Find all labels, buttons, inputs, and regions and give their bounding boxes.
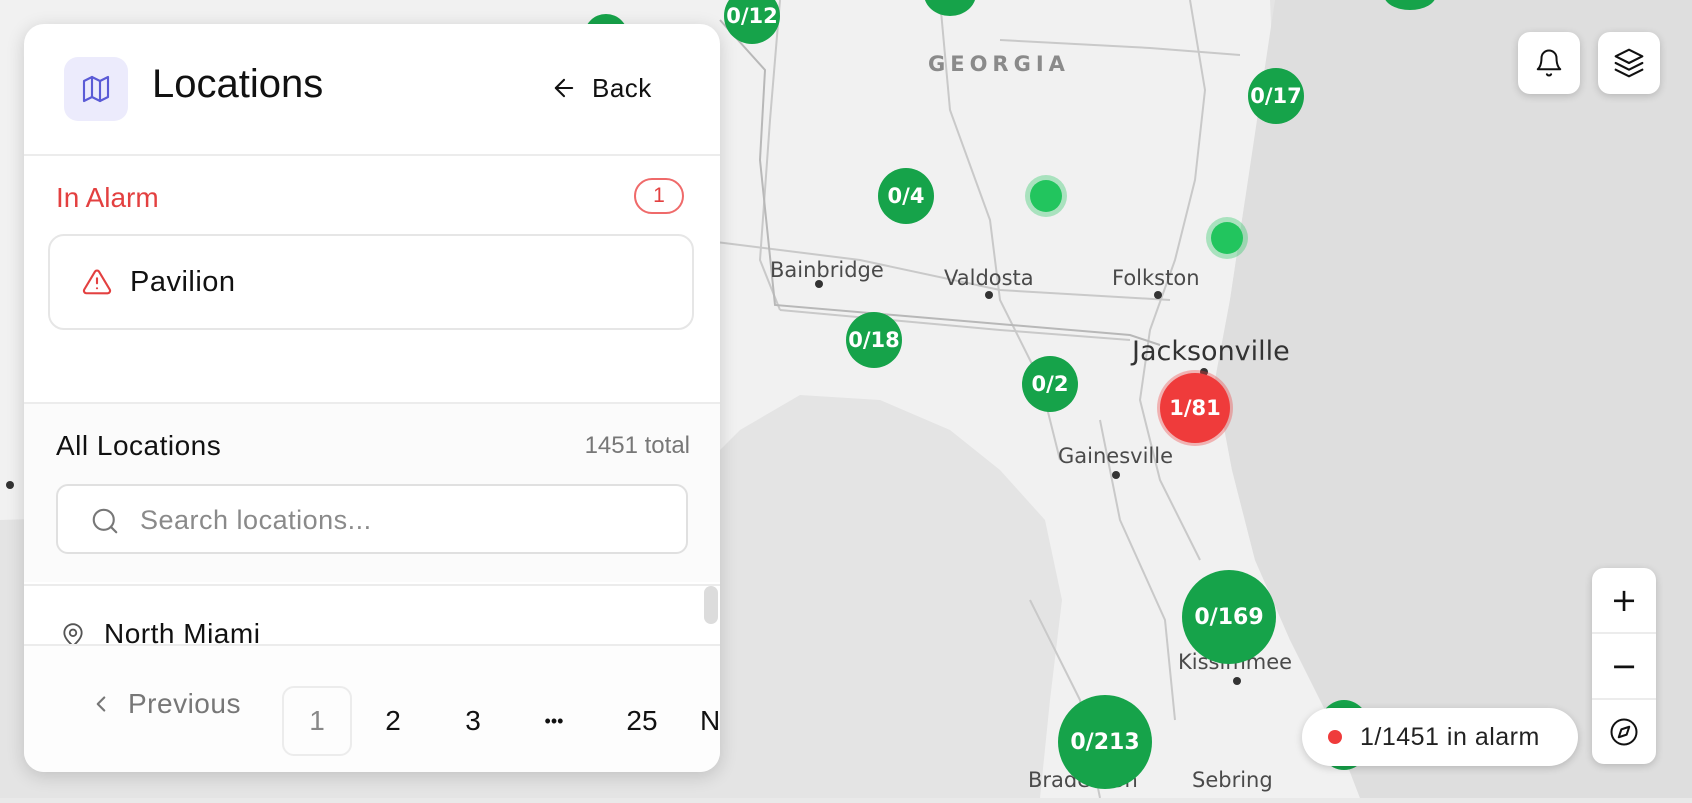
cluster-marker[interactable]: 0/169 (1182, 570, 1276, 664)
map-icon (82, 75, 110, 103)
cluster-marker[interactable]: 0/2 (1022, 356, 1078, 412)
zoom-out-button[interactable]: − (1592, 634, 1656, 698)
notifications-button[interactable] (1518, 32, 1580, 94)
previous-page-button[interactable]: Previous (88, 688, 241, 720)
zoom-controls: + − (1592, 568, 1656, 764)
map-pin-icon (63, 623, 83, 646)
locations-list[interactable]: North Miami (24, 584, 720, 646)
list-item[interactable]: North Miami (24, 586, 704, 646)
bell-icon (1536, 49, 1562, 77)
page-ellipsis: ••• (544, 710, 564, 731)
list-scrollbar[interactable] (704, 586, 718, 624)
minus-icon: − (1610, 647, 1638, 685)
cluster-marker[interactable]: 0/17 (1248, 68, 1304, 124)
chevron-left-icon (96, 696, 106, 712)
next-page-button[interactable]: N (700, 686, 720, 756)
back-label: Back (592, 72, 652, 103)
alert-triangle-icon (82, 269, 112, 295)
zoom-in-button[interactable]: + (1592, 568, 1656, 632)
page-button[interactable]: 3 (448, 686, 498, 756)
alarm-list-item[interactable]: Pavilion (48, 234, 694, 330)
search-box (56, 484, 688, 554)
in-alarm-section: In Alarm 1 Pavilion (24, 156, 720, 404)
previous-label: Previous (128, 688, 241, 719)
layers-button[interactable] (1598, 32, 1660, 94)
city-label-gainesville: Gainesville (1058, 444, 1173, 468)
alarm-summary-pill[interactable]: 1/1451 in alarm (1302, 708, 1578, 766)
locations-panel: Locations Back In Alarm 1 Pavilion All L… (24, 24, 720, 772)
in-alarm-heading: In Alarm (56, 182, 159, 213)
city-label-jacksonville: Jacksonville (1132, 336, 1290, 367)
page-button-current[interactable]: 1 (282, 686, 352, 756)
cluster-marker[interactable]: 0/18 (846, 312, 902, 368)
back-button[interactable]: Back (550, 66, 652, 110)
location-marker[interactable] (1030, 180, 1062, 212)
cluster-marker[interactable]: 0/4 (878, 168, 934, 224)
page-title: Locations (152, 62, 324, 106)
arrow-left-icon (554, 78, 574, 98)
city-label-valdosta: Valdosta (944, 266, 1034, 290)
page-button[interactable]: 25 (612, 686, 672, 756)
page-button[interactable]: 2 (368, 686, 418, 756)
map-badge (64, 57, 128, 121)
cluster-marker-alarm[interactable]: 1/81 (1160, 373, 1230, 443)
list-item-label: North Miami (104, 618, 261, 646)
alarm-status-dot (1328, 730, 1342, 744)
panel-header: Locations Back (24, 24, 720, 156)
layers-icon (1614, 48, 1644, 78)
search-icon (92, 508, 118, 534)
reset-north-button[interactable] (1592, 700, 1656, 764)
pagination: Previous 1 2 3 ••• 25 N (24, 644, 720, 772)
compass-icon (1610, 718, 1638, 746)
alarm-item-label: Pavilion (130, 265, 236, 298)
city-label-folkston: Folkston (1112, 266, 1200, 290)
state-label: GEORGIA (928, 52, 1070, 76)
in-alarm-count-badge: 1 (634, 178, 684, 214)
all-locations-section: All Locations 1451 total (24, 404, 720, 582)
alarm-summary-label: 1/1451 in alarm (1360, 722, 1540, 751)
plus-icon: + (1610, 581, 1638, 619)
all-locations-heading: All Locations (56, 430, 222, 461)
search-input[interactable] (138, 498, 672, 542)
all-locations-total: 1451 total (584, 432, 690, 459)
cluster-marker[interactable]: 0/213 (1058, 695, 1152, 789)
city-label-sebring: Sebring (1192, 768, 1273, 792)
city-label-bainbridge: Bainbridge (770, 258, 884, 282)
location-marker[interactable] (1211, 222, 1243, 254)
